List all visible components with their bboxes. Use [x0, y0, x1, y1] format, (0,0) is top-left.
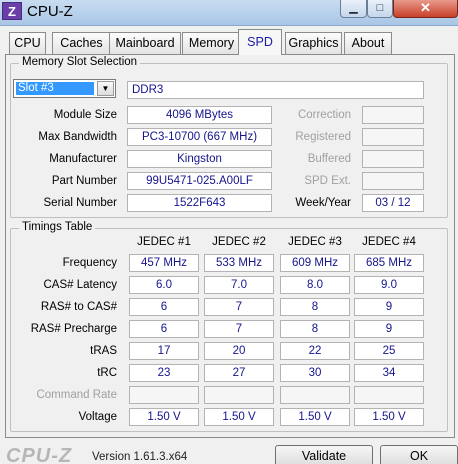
spd-ext-label: SPD Ext. — [304, 175, 351, 187]
tab-caches[interactable]: Caches — [52, 32, 111, 54]
cpu-z-app-icon: Z — [2, 2, 22, 20]
command-rate-jedec-2 — [204, 386, 274, 404]
part-number-value: 99U5471-025.A00LF — [127, 172, 272, 190]
tras-jedec-2: 20 — [204, 342, 274, 360]
maximize-button[interactable]: □ — [367, 0, 393, 18]
command-rate-jedec-4 — [354, 386, 424, 404]
cas-latency-jedec-2: 7.0 — [204, 276, 274, 294]
tras-jedec-1: 17 — [129, 342, 199, 360]
ok-button[interactable]: OK — [380, 445, 458, 464]
tab-spd[interactable]: SPD — [238, 29, 282, 55]
ras-to-cas-jedec-1: 6 — [129, 298, 199, 316]
trc-jedec-3: 30 — [280, 364, 350, 382]
timings-table-label: Timings Table — [19, 221, 96, 233]
frequency-jedec-3: 609 MHz — [280, 254, 350, 272]
cas-latency-jedec-1: 6.0 — [129, 276, 199, 294]
tab-graphics[interactable]: Graphics — [285, 32, 342, 54]
manufacturer-value: Kingston — [127, 150, 272, 168]
column-header-jedec-2: JEDEC #2 — [212, 236, 266, 248]
spd-ext-value — [362, 172, 424, 190]
memory-slot-selection-label: Memory Slot Selection — [19, 56, 141, 68]
trc-jedec-1: 23 — [129, 364, 199, 382]
ras-to-cas-jedec-4: 9 — [354, 298, 424, 316]
ras-to-cas-label: RAS# to CAS# — [40, 301, 117, 313]
tras-jedec-4: 25 — [354, 342, 424, 360]
trc-label: tRC — [97, 367, 117, 379]
command-rate-label: Command Rate — [36, 389, 117, 401]
tab-memory[interactable]: Memory — [182, 32, 241, 54]
close-button[interactable]: ✕ — [393, 0, 458, 18]
voltage-jedec-2: 1.50 V — [204, 408, 274, 426]
frequency-jedec-4: 685 MHz — [354, 254, 424, 272]
correction-value — [362, 106, 424, 124]
buffered-value — [362, 150, 424, 168]
slot-dropdown-value: Slot #3 — [16, 82, 94, 95]
cas-latency-label: CAS# Latency — [43, 279, 117, 291]
voltage-jedec-4: 1.50 V — [354, 408, 424, 426]
module-size-label: Module Size — [53, 109, 117, 121]
voltage-jedec-3: 1.50 V — [280, 408, 350, 426]
tras-label: tRAS — [90, 345, 117, 357]
trc-jedec-4: 34 — [354, 364, 424, 382]
frequency-jedec-1: 457 MHz — [129, 254, 199, 272]
frequency-label: Frequency — [62, 257, 117, 269]
slot-dropdown[interactable]: Slot #3 ▼ — [13, 79, 116, 98]
column-header-jedec-3: JEDEC #3 — [288, 236, 342, 248]
serial-number-label: Serial Number — [43, 197, 118, 209]
cpu-z-logo: CPU-Z — [6, 445, 73, 464]
title-bar[interactable]: Z CPU-Z ▁ □ ✕ — [0, 0, 458, 26]
chevron-down-icon[interactable]: ▼ — [97, 81, 114, 96]
column-header-jedec-4: JEDEC #4 — [362, 236, 416, 248]
registered-value — [362, 128, 424, 146]
tab-mainboard[interactable]: Mainboard — [109, 32, 181, 54]
validate-button[interactable]: Validate — [275, 445, 373, 464]
correction-label: Correction — [297, 109, 351, 121]
buffered-label: Buffered — [307, 153, 351, 165]
command-rate-jedec-1 — [129, 386, 199, 404]
window-title: CPU-Z — [27, 3, 73, 20]
tab-cpu[interactable]: CPU — [9, 32, 46, 54]
serial-number-value: 1522F643 — [127, 194, 272, 212]
trc-jedec-2: 27 — [204, 364, 274, 382]
voltage-label: Voltage — [78, 411, 117, 423]
ras-precharge-jedec-1: 6 — [129, 320, 199, 338]
week-year-value: 03 / 12 — [362, 194, 424, 212]
version-text: Version 1.61.3.x64 — [92, 451, 188, 463]
ras-precharge-jedec-3: 8 — [280, 320, 350, 338]
tras-jedec-3: 22 — [280, 342, 350, 360]
ras-precharge-jedec-2: 7 — [204, 320, 274, 338]
max-bandwidth-label: Max Bandwidth — [38, 131, 117, 143]
ras-precharge-jedec-4: 9 — [354, 320, 424, 338]
minimize-button[interactable]: ▁ — [340, 0, 367, 18]
ras-precharge-label: RAS# Precharge — [30, 323, 117, 335]
cas-latency-jedec-3: 8.0 — [280, 276, 350, 294]
ras-to-cas-jedec-3: 8 — [280, 298, 350, 316]
voltage-jedec-1: 1.50 V — [129, 408, 199, 426]
memory-type-field: DDR3 — [127, 81, 424, 99]
column-header-jedec-1: JEDEC #1 — [137, 236, 191, 248]
part-number-label: Part Number — [51, 175, 117, 187]
module-size-value: 4096 MBytes — [127, 106, 272, 124]
max-bandwidth-value: PC3-10700 (667 MHz) — [127, 128, 272, 146]
registered-label: Registered — [295, 131, 351, 143]
frequency-jedec-2: 533 MHz — [204, 254, 274, 272]
tab-about[interactable]: About — [344, 32, 392, 54]
command-rate-jedec-3 — [280, 386, 350, 404]
ras-to-cas-jedec-2: 7 — [204, 298, 274, 316]
cas-latency-jedec-4: 9.0 — [354, 276, 424, 294]
week-year-label: Week/Year — [295, 197, 351, 209]
manufacturer-label: Manufacturer — [49, 153, 117, 165]
